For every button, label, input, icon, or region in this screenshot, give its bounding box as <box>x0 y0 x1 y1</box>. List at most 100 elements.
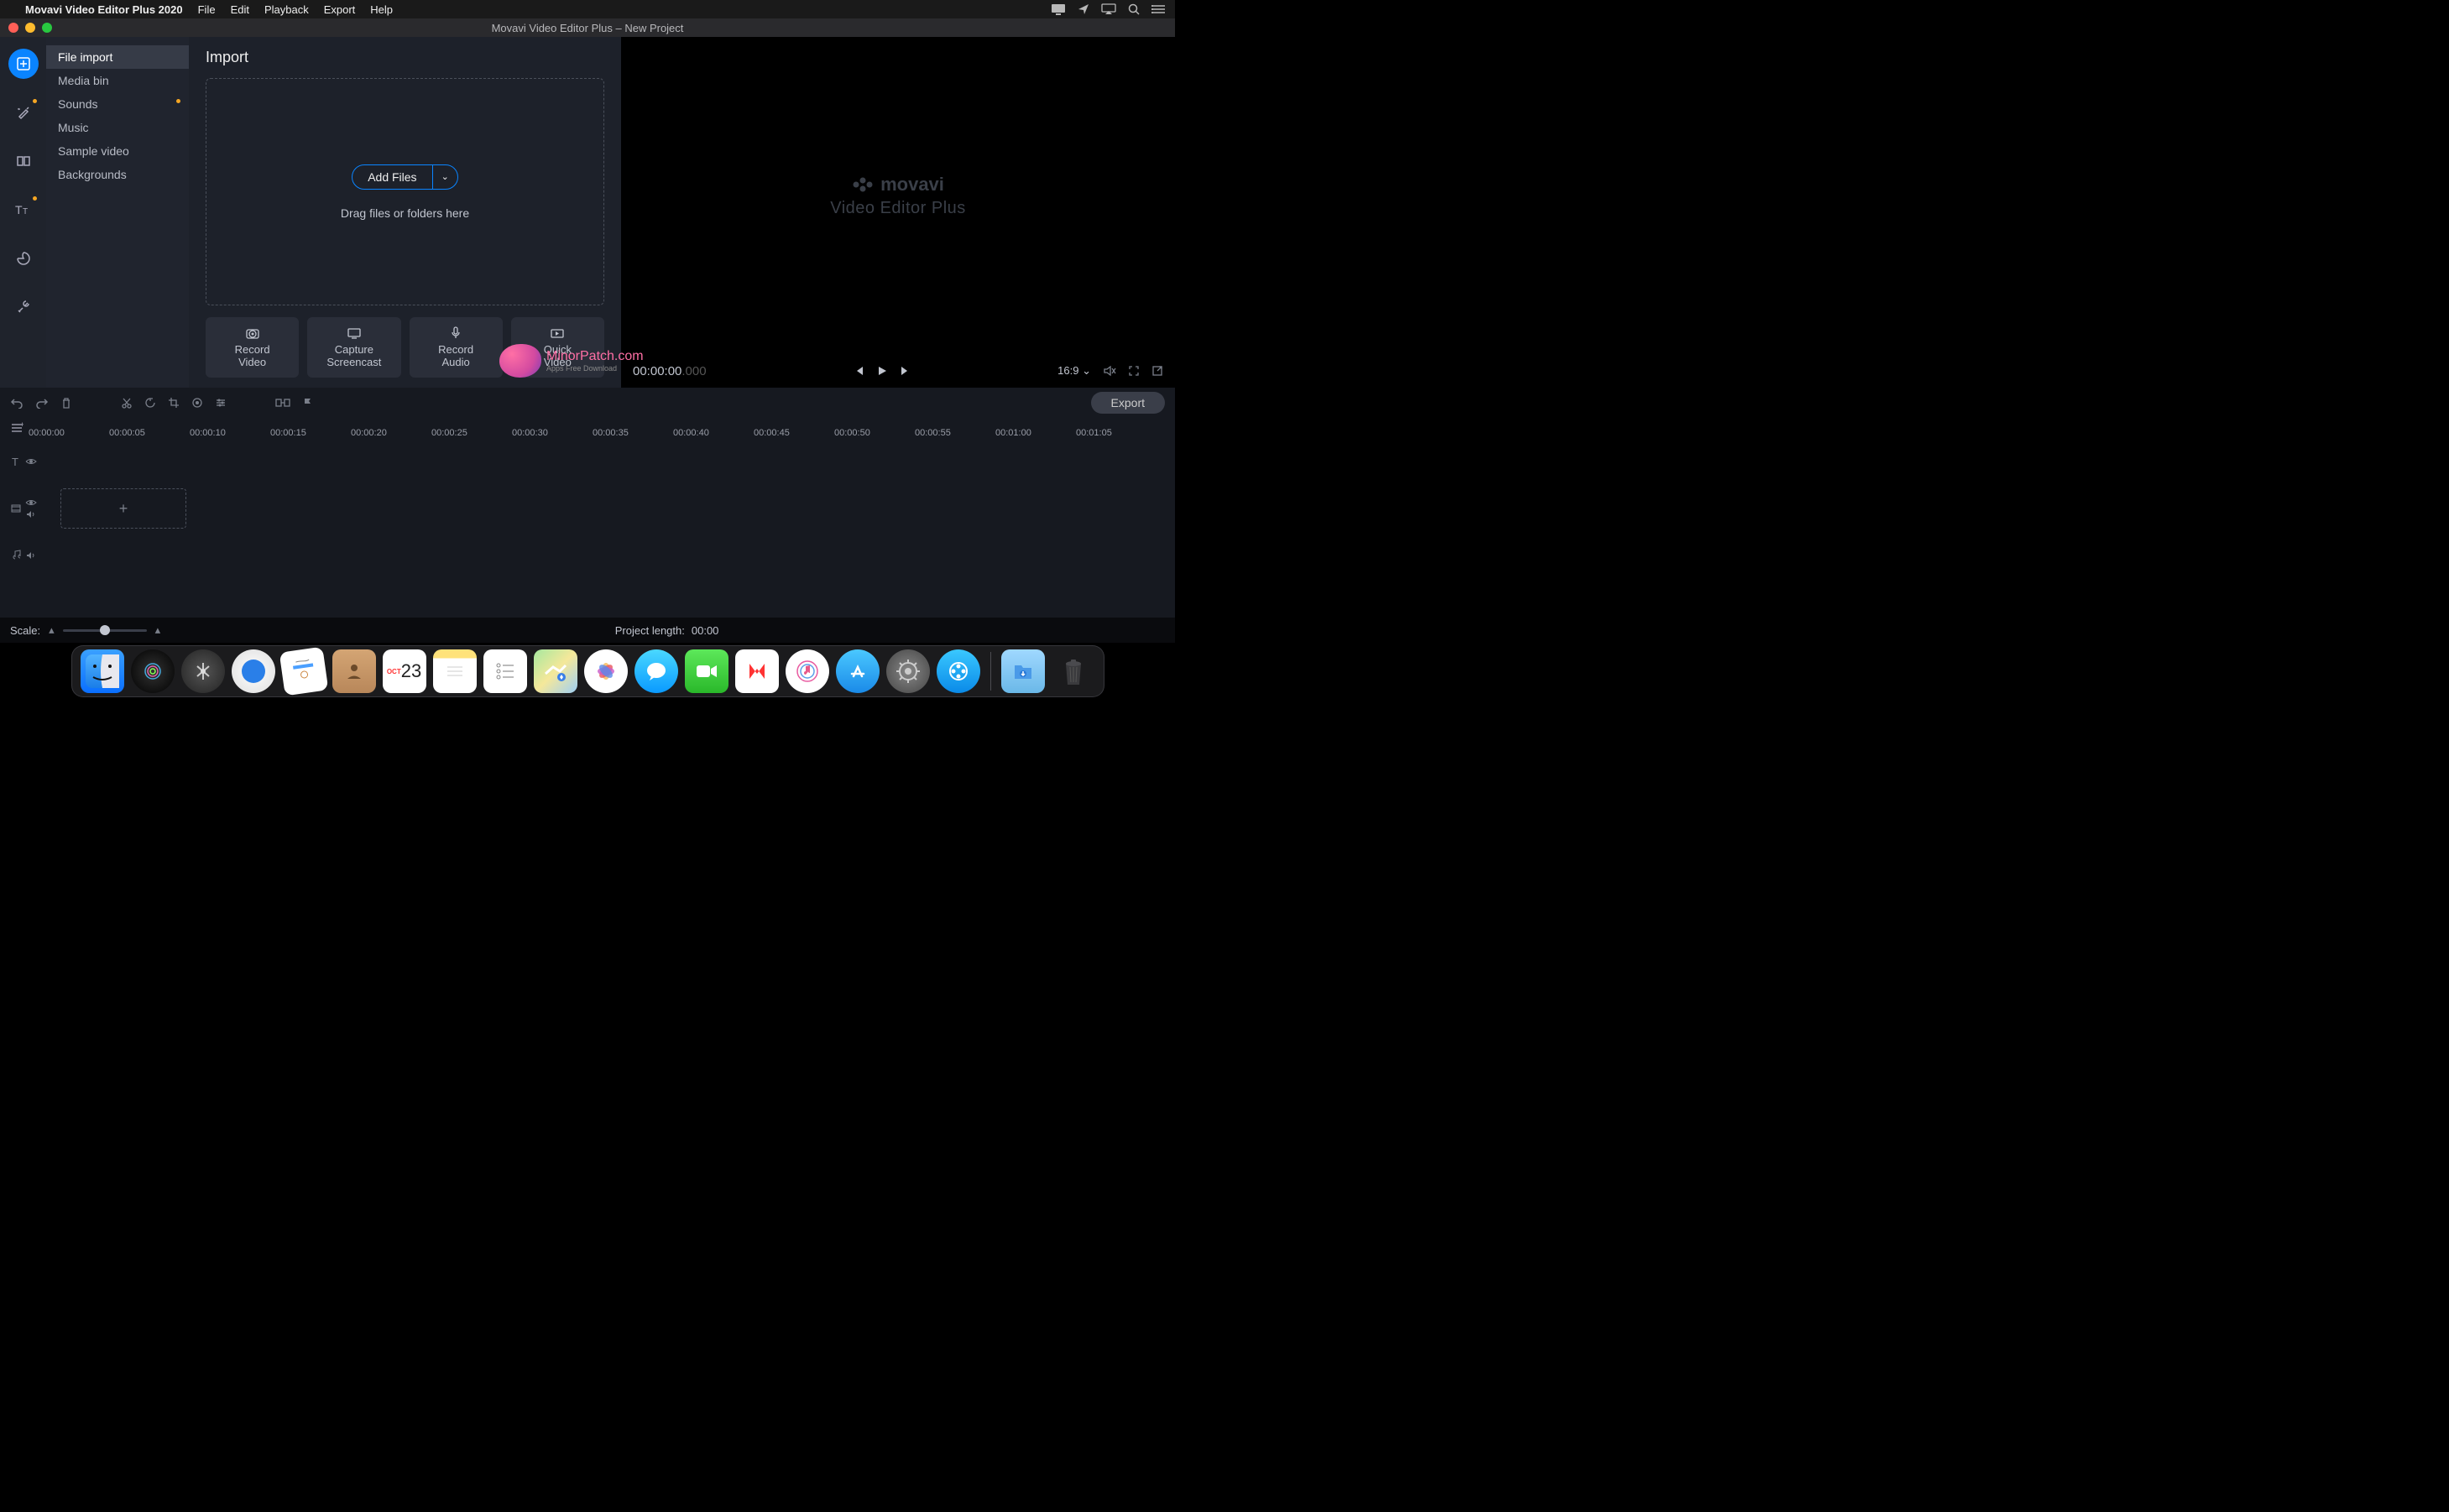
delete-icon[interactable] <box>60 397 72 409</box>
import-dropzone[interactable]: Add Files ⌄ Drag files or folders here <box>206 78 604 305</box>
transition-wizard-icon[interactable] <box>275 397 290 409</box>
project-length-label: Project length: <box>615 624 685 637</box>
preview-timecode: 00:00:00.000 <box>633 364 707 378</box>
timeline-ruler[interactable]: + 00:00:0000:00:0500:00:1000:00:1500:00:… <box>0 418 1175 438</box>
record-video-button[interactable]: RecordVideo <box>206 317 299 378</box>
video-track[interactable]: + <box>0 485 1175 532</box>
sidebar-item-file-import[interactable]: File import <box>46 45 189 69</box>
menubar-spotlight-icon[interactable] <box>1128 3 1140 15</box>
adjust-icon[interactable] <box>215 397 227 409</box>
dock-appstore[interactable] <box>836 649 880 693</box>
rotate-icon[interactable] <box>144 397 156 409</box>
eye-icon[interactable] <box>25 457 37 466</box>
dock-notes[interactable] <box>433 649 477 693</box>
iconbar-import[interactable] <box>8 49 39 79</box>
iconbar-transitions[interactable] <box>8 146 39 176</box>
text-track-icon: T <box>10 456 22 467</box>
zoom-in-icon[interactable]: ▴ <box>155 623 161 637</box>
menubar-location-icon[interactable] <box>1078 3 1089 15</box>
marker-icon[interactable] <box>302 397 312 409</box>
dropzone-hint: Drag files or folders here <box>341 206 469 220</box>
record-icon[interactable] <box>191 397 203 409</box>
iconbar-stickers[interactable] <box>8 243 39 274</box>
quick-video-button[interactable]: QuickVideo <box>511 317 604 378</box>
iconbar-more-tools[interactable] <box>8 292 39 322</box>
scale-slider[interactable] <box>63 629 147 632</box>
menu-playback[interactable]: Playback <box>264 3 309 16</box>
capture-screencast-button[interactable]: CaptureScreencast <box>307 317 400 378</box>
sidebar-item-sounds[interactable]: Sounds <box>46 92 189 116</box>
export-button[interactable]: Export <box>1091 392 1165 414</box>
add-clip-placeholder[interactable]: + <box>60 488 186 529</box>
speaker-icon[interactable] <box>26 551 36 560</box>
speaker-icon[interactable] <box>26 510 36 519</box>
window-maximize-button[interactable] <box>42 23 52 33</box>
dock-facetime[interactable] <box>685 649 728 693</box>
menu-file[interactable]: File <box>198 3 216 16</box>
dock-downloads[interactable] <box>1001 649 1045 693</box>
crop-icon[interactable] <box>168 397 180 409</box>
window-minimize-button[interactable] <box>25 23 35 33</box>
popout-icon[interactable] <box>1151 365 1163 377</box>
dock-reminders[interactable] <box>483 649 527 693</box>
undo-icon[interactable] <box>10 397 23 409</box>
iconbar-effects[interactable] <box>8 97 39 128</box>
menubar-menu-icon[interactable] <box>1151 3 1165 15</box>
chevron-down-icon[interactable]: ⌄ <box>433 171 457 182</box>
microphone-icon <box>451 326 461 341</box>
menu-export[interactable]: Export <box>324 3 356 16</box>
video-icon <box>550 326 565 341</box>
dock-photos[interactable] <box>584 649 628 693</box>
menubar-airplay-icon[interactable] <box>1101 3 1116 15</box>
redo-icon[interactable] <box>35 397 49 409</box>
title-track[interactable]: T <box>0 438 1175 485</box>
dock-calendar[interactable]: OCT 23 <box>383 649 426 693</box>
menu-help[interactable]: Help <box>370 3 393 16</box>
record-audio-button[interactable]: RecordAudio <box>410 317 503 378</box>
sidebar-item-backgrounds[interactable]: Backgrounds <box>46 163 189 186</box>
eye-icon[interactable] <box>25 498 37 507</box>
prev-frame-button[interactable] <box>853 365 864 377</box>
dock-mail[interactable] <box>279 647 328 696</box>
cut-icon[interactable] <box>121 397 133 409</box>
audio-track[interactable] <box>0 532 1175 579</box>
project-length-value: 00:00 <box>692 624 719 637</box>
iconbar-titles[interactable]: TT <box>8 195 39 225</box>
add-files-button[interactable]: Add Files ⌄ <box>352 164 458 190</box>
zoom-out-icon[interactable]: ▴ <box>49 623 55 637</box>
movavi-logo-icon <box>852 175 874 194</box>
dock-movavi[interactable] <box>937 649 980 693</box>
import-sidebar: File import Media bin Sounds Music Sampl… <box>46 37 189 388</box>
dock-launchpad[interactable] <box>181 649 225 693</box>
dock-safari[interactable] <box>232 649 275 693</box>
window-close-button[interactable] <box>8 23 18 33</box>
dock-maps[interactable] <box>534 649 577 693</box>
dock-finder[interactable] <box>81 649 124 693</box>
sidebar-item-media-bin[interactable]: Media bin <box>46 69 189 92</box>
aspect-ratio-selector[interactable]: 16:9 ⌄ <box>1057 364 1091 378</box>
timeline-area: Export + 00:00:0000:00:0500:00:1000:00:1… <box>0 388 1175 643</box>
dock-siri[interactable] <box>131 649 175 693</box>
add-track-icon[interactable]: + <box>8 422 23 434</box>
menubar-display-icon[interactable] <box>1051 3 1066 15</box>
svg-text:T: T <box>23 207 28 216</box>
sidebar-item-sample-video[interactable]: Sample video <box>46 139 189 163</box>
play-button[interactable] <box>876 365 888 377</box>
dock-contacts[interactable] <box>332 649 376 693</box>
sidebar-item-music[interactable]: Music <box>46 116 189 139</box>
menu-edit[interactable]: Edit <box>231 3 249 16</box>
mute-icon[interactable] <box>1103 365 1116 377</box>
fullscreen-icon[interactable] <box>1128 365 1140 377</box>
video-track-icon <box>10 503 22 514</box>
svg-text:+: + <box>20 422 23 429</box>
dock-messages[interactable] <box>634 649 678 693</box>
window-title: Movavi Video Editor Plus – New Project <box>492 22 684 34</box>
svg-text:T: T <box>15 203 23 216</box>
dock-trash[interactable] <box>1052 649 1095 693</box>
dock-preferences[interactable] <box>886 649 930 693</box>
dock-news[interactable] <box>735 649 779 693</box>
next-frame-button[interactable] <box>900 365 911 377</box>
svg-text:T: T <box>12 456 18 467</box>
app-name[interactable]: Movavi Video Editor Plus 2020 <box>25 3 183 16</box>
dock-music[interactable] <box>786 649 829 693</box>
